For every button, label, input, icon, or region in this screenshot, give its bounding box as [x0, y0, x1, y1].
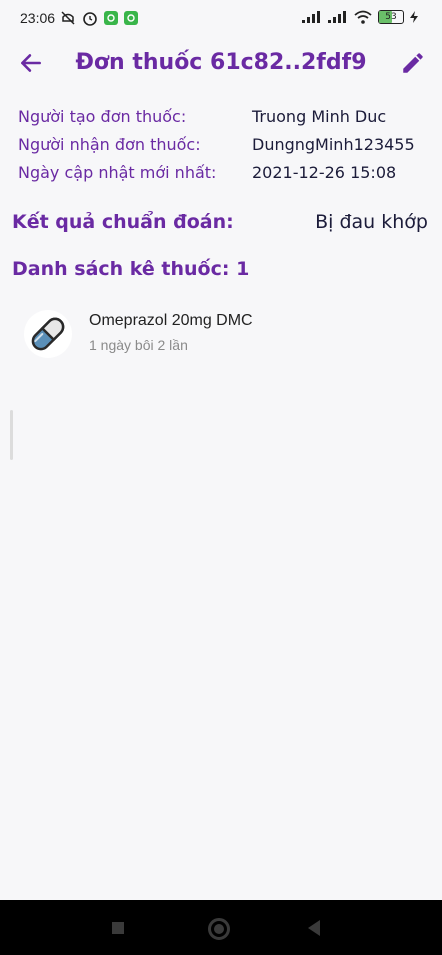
diagnosis-label: Kết quả chuẩn đoán:: [12, 211, 234, 233]
medicine-name: Omeprazol 20mg DMC: [89, 312, 253, 329]
diagnosis-row: Kết quả chuẩn đoán: Bị đau khớp: [12, 211, 428, 233]
back-arrow-icon[interactable]: [18, 50, 44, 76]
edit-pencil-icon[interactable]: [400, 50, 426, 76]
recipient-label: Người nhận đơn thuốc:: [18, 134, 201, 154]
signal-icon: [302, 11, 320, 23]
creator-row: Người tạo đơn thuốc: Truong Minh Duc: [18, 102, 428, 130]
app-notification-icon: [104, 11, 118, 25]
prescription-info: Người tạo đơn thuốc: Truong Minh Duc Ngư…: [18, 102, 428, 186]
diagnosis-value: Bị đau khớp: [315, 211, 428, 233]
app-notification-icon: [124, 11, 138, 25]
back-triangle-icon[interactable]: [308, 920, 320, 936]
updated-value: 2021-12-26 15:08: [252, 162, 397, 182]
status-bar: 23:06 53: [0, 0, 442, 36]
signal-icon: [328, 11, 346, 23]
pill-icon: [24, 310, 72, 358]
medicine-list-title: Danh sách kê thuốc: 1: [12, 258, 250, 280]
updated-row: Ngày cập nhật mới nhất: 2021-12-26 15:08: [18, 158, 428, 186]
app-bar: Đơn thuốc 61c82..2fdf9: [0, 38, 442, 88]
battery-icon: 53: [378, 10, 404, 24]
recipient-row: Người nhận đơn thuốc: DungngMinh123455: [18, 130, 428, 158]
medicine-dosage: 1 ngày bôi 2 lần: [89, 337, 188, 353]
home-button-icon[interactable]: [208, 918, 230, 940]
creator-label: Người tạo đơn thuốc:: [18, 106, 187, 126]
notification-icons: [60, 10, 138, 26]
mute-icon: [61, 11, 75, 25]
wifi-icon: [354, 10, 372, 24]
recents-button-icon[interactable]: [112, 922, 124, 934]
updated-label: Ngày cập nhật mới nhất:: [18, 162, 217, 182]
recipient-value: DungngMinh123455: [252, 134, 415, 154]
page-title: Đơn thuốc 61c82..2fdf9: [75, 50, 367, 75]
scroll-indicator: [10, 410, 13, 460]
creator-value: Truong Minh Duc: [252, 106, 387, 126]
alarm-icon: [83, 12, 97, 26]
battery-level: 53: [385, 12, 397, 22]
charging-icon: [410, 11, 418, 23]
system-nav-bar: [0, 900, 442, 955]
status-time: 23:06: [20, 10, 56, 26]
medicine-list-item[interactable]: Omeprazol 20mg DMC 1 ngày bôi 2 lần: [24, 308, 424, 358]
